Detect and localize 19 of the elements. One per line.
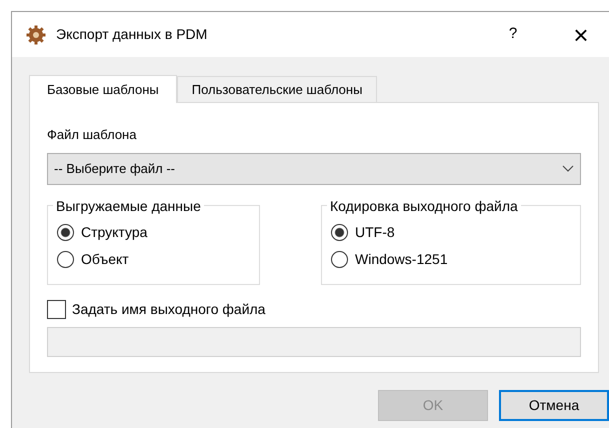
radio-label[interactable]: Структура — [81, 222, 148, 242]
gear-icon — [26, 24, 46, 44]
template-dropdown[interactable]: -- Выберите файл -- — [47, 152, 581, 184]
radio-button[interactable] — [331, 250, 348, 268]
dialog-button[interactable]: Отмена — [499, 390, 609, 421]
radio-button[interactable] — [57, 250, 74, 268]
window-title: Экспорт данных в PDM — [56, 25, 208, 44]
tab[interactable]: Пользовательские шаблоны — [176, 76, 378, 102]
radio-label[interactable]: Объект — [81, 248, 129, 270]
chevron-down-icon — [562, 165, 574, 172]
field-label: Файл шаблона — [47, 126, 136, 144]
help-button[interactable]: ? — [503, 23, 523, 46]
tab[interactable]: Базовые шаблоны — [29, 75, 177, 103]
dropdown-value: -- Выберите файл -- — [54, 160, 176, 178]
close-button[interactable]: × — [569, 22, 593, 48]
radio-label[interactable]: UTF-8 — [355, 222, 395, 242]
radio-label[interactable]: Windows-1251 — [355, 248, 448, 270]
radio-button[interactable] — [331, 224, 348, 240]
radio-button[interactable] — [57, 224, 74, 240]
